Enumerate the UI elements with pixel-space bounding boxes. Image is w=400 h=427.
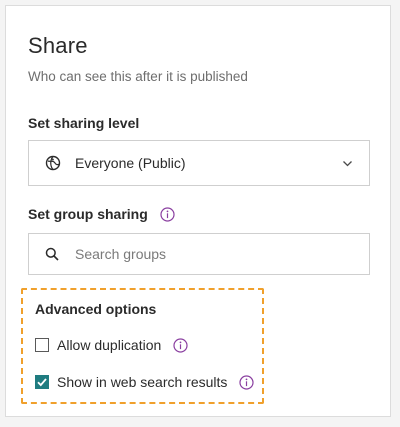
info-icon[interactable] — [173, 337, 188, 353]
globe-icon — [45, 155, 61, 171]
sharing-level-label: Set sharing level — [28, 115, 140, 131]
group-search-field[interactable] — [28, 233, 370, 275]
search-icon — [45, 247, 59, 261]
web-search-checkbox[interactable] — [35, 375, 49, 389]
advanced-options-box: Advanced options Allow duplication Show … — [21, 288, 264, 404]
chevron-down-icon — [342, 158, 353, 169]
share-panel: Share Who can see this after it is publi… — [5, 5, 391, 417]
info-icon[interactable] — [239, 374, 255, 390]
allow-duplication-checkbox[interactable] — [35, 338, 49, 352]
advanced-options-title: Advanced options — [35, 301, 157, 317]
panel-subtitle: Who can see this after it is published — [28, 69, 248, 84]
web-search-label[interactable]: Show in web search results — [57, 374, 227, 390]
group-sharing-label-row: Set group sharing — [28, 206, 175, 222]
search-groups-input[interactable] — [73, 245, 337, 263]
sharing-level-value: Everyone (Public) — [75, 155, 186, 171]
group-sharing-label: Set group sharing — [28, 206, 148, 222]
panel-title: Share — [28, 33, 88, 58]
checkmark-icon — [37, 378, 47, 387]
info-icon[interactable] — [160, 206, 175, 222]
allow-duplication-option: Allow duplication — [35, 337, 188, 353]
allow-duplication-label[interactable]: Allow duplication — [57, 337, 161, 353]
web-search-option: Show in web search results — [35, 374, 255, 390]
sharing-level-select[interactable]: Everyone (Public) — [28, 140, 370, 186]
